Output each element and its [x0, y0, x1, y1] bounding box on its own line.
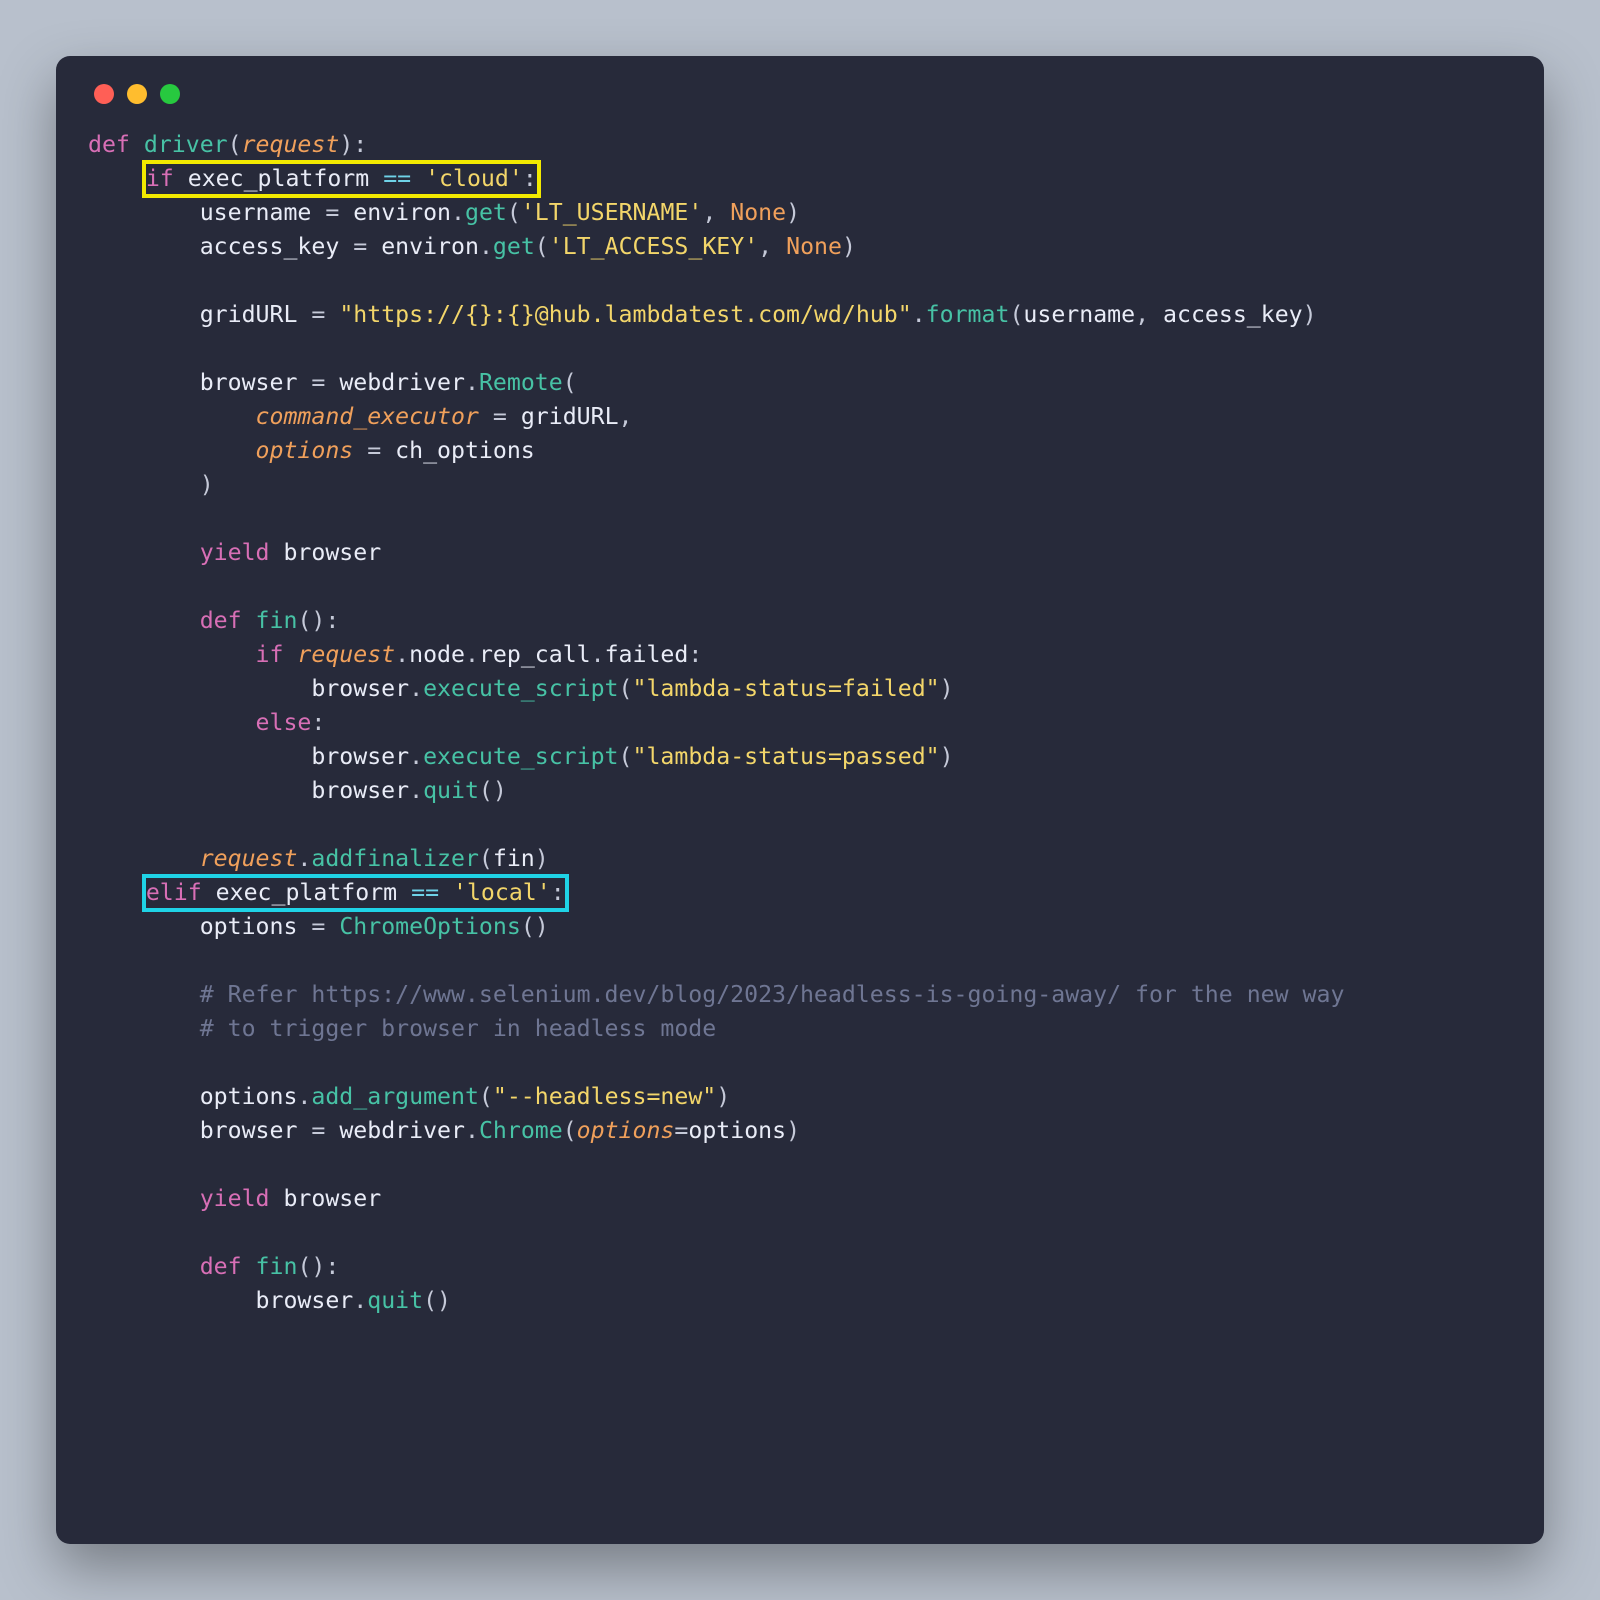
- ident-browser: browser: [311, 743, 409, 770]
- keyword-def: def: [200, 607, 242, 634]
- keyword-else: else: [256, 709, 312, 736]
- attr-failed: failed: [605, 641, 689, 668]
- class-chromeoptions: ChromeOptions: [339, 913, 520, 940]
- string-headless: "--headless=new": [493, 1083, 716, 1110]
- ident-gridurl: gridURL: [200, 301, 298, 328]
- string-cloud: 'cloud': [425, 165, 523, 192]
- method-chrome: Chrome: [479, 1117, 563, 1144]
- ident-environ: environ: [353, 199, 451, 226]
- string-status-passed: "lambda-status=passed": [633, 743, 940, 770]
- param-request: request: [242, 131, 340, 158]
- method-get: get: [493, 233, 535, 260]
- ident-exec-platform: exec_platform: [216, 879, 397, 906]
- ident-access-key: access_key: [1163, 301, 1303, 328]
- ident-username: username: [200, 199, 312, 226]
- keyword-def: def: [200, 1253, 242, 1280]
- string-local: 'local': [453, 879, 551, 906]
- ident-request: request: [297, 641, 395, 668]
- func-name-fin: fin: [256, 607, 298, 634]
- attr-rep-call: rep_call: [479, 641, 591, 668]
- ident-browser: browser: [283, 539, 381, 566]
- ident-ch-options: ch_options: [395, 437, 535, 464]
- kwarg-command-executor: command_executor: [256, 403, 479, 430]
- method-execute-script: execute_script: [423, 675, 618, 702]
- operator-eq: ==: [411, 879, 439, 906]
- string-status-failed: "lambda-status=failed": [633, 675, 940, 702]
- ident-browser: browser: [200, 369, 298, 396]
- ident-browser: browser: [256, 1287, 354, 1314]
- operator-eq: ==: [383, 165, 411, 192]
- kwarg-options: options: [577, 1117, 675, 1144]
- func-name-fin: fin: [256, 1253, 298, 1280]
- method-quit: quit: [423, 777, 479, 804]
- method-execute-script: execute_script: [423, 743, 618, 770]
- const-none: None: [730, 199, 786, 226]
- highlight-elif-local: elif exec_platform == 'local':: [144, 876, 567, 910]
- ident-username: username: [1023, 301, 1135, 328]
- ident-access-key: access_key: [200, 233, 340, 260]
- keyword-def: def: [88, 131, 130, 158]
- minimize-icon[interactable]: [127, 84, 147, 104]
- method-addfinalizer: addfinalizer: [311, 845, 479, 872]
- keyword-elif: elif: [146, 879, 202, 906]
- traffic-lights: [88, 84, 1512, 104]
- ident-browser: browser: [283, 1185, 381, 1212]
- comment-line-2: # to trigger browser in headless mode: [200, 1015, 717, 1042]
- close-icon[interactable]: [94, 84, 114, 104]
- keyword-yield: yield: [200, 539, 270, 566]
- ident-webdriver: webdriver: [339, 369, 465, 396]
- ident-options: options: [200, 1083, 298, 1110]
- method-get: get: [465, 199, 507, 226]
- ident-environ: environ: [381, 233, 479, 260]
- keyword-if: if: [256, 641, 284, 668]
- const-none: None: [786, 233, 842, 260]
- comment-line-1: # Refer https://www.selenium.dev/blog/20…: [200, 981, 1345, 1008]
- method-quit: quit: [367, 1287, 423, 1314]
- string-lt-username: 'LT_USERNAME': [521, 199, 702, 226]
- func-name-driver: driver: [144, 131, 228, 158]
- ident-webdriver: webdriver: [339, 1117, 465, 1144]
- method-format: format: [926, 301, 1010, 328]
- code-block: def driver(request): if exec_platform ==…: [88, 128, 1512, 1318]
- method-add-argument: add_argument: [311, 1083, 479, 1110]
- ident-options: options: [688, 1117, 786, 1144]
- ident-options: options: [200, 913, 298, 940]
- highlight-if-cloud: if exec_platform == 'cloud':: [144, 162, 539, 196]
- keyword-yield: yield: [200, 1185, 270, 1212]
- attr-node: node: [409, 641, 465, 668]
- kwarg-options: options: [256, 437, 354, 464]
- ident-browser: browser: [311, 777, 409, 804]
- ident-browser: browser: [311, 675, 409, 702]
- string-lt-access-key: 'LT_ACCESS_KEY': [549, 233, 758, 260]
- ident-exec-platform: exec_platform: [188, 165, 369, 192]
- ident-fin: fin: [493, 845, 535, 872]
- ident-browser: browser: [200, 1117, 298, 1144]
- ident-gridurl: gridURL: [521, 403, 619, 430]
- ident-request: request: [200, 845, 298, 872]
- zoom-icon[interactable]: [160, 84, 180, 104]
- code-window: def driver(request): if exec_platform ==…: [56, 56, 1544, 1544]
- keyword-if: if: [146, 165, 174, 192]
- string-gridurl: "https://{}:{}@hub.lambdatest.com/wd/hub…: [339, 301, 911, 328]
- method-remote: Remote: [479, 369, 563, 396]
